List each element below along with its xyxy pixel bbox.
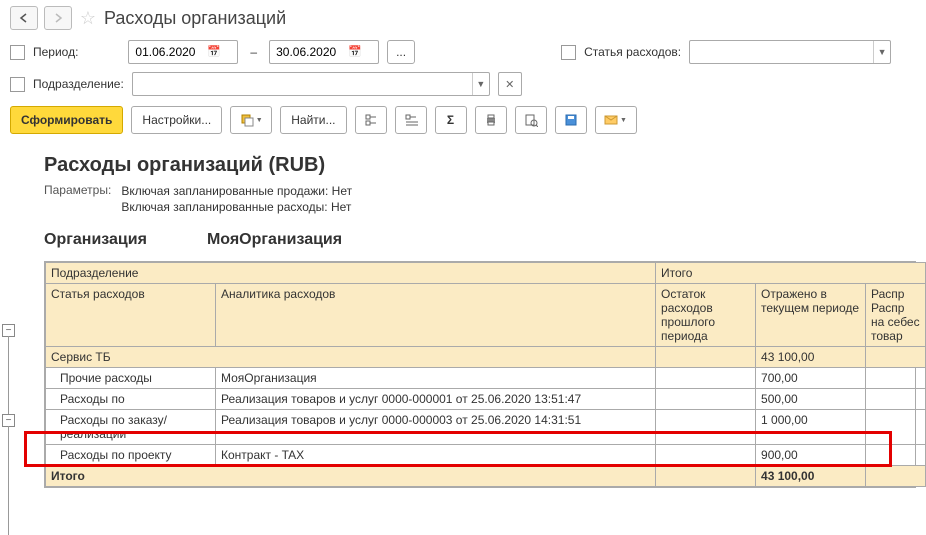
grand-total: 43 100,00 bbox=[756, 466, 866, 487]
table-row: Прочие расходы МояОрганизация 700,00 bbox=[46, 368, 926, 389]
expand-all-button[interactable] bbox=[355, 106, 387, 134]
section-total: 43 100,00 bbox=[756, 347, 866, 368]
preview-button[interactable] bbox=[515, 106, 547, 134]
collapse-all-button[interactable] bbox=[395, 106, 427, 134]
header-balance: Остаток расходов прошлого периода bbox=[656, 284, 756, 347]
params-label: Параметры: bbox=[44, 183, 111, 215]
grand-total-label: Итого bbox=[46, 466, 656, 487]
report-title: Расходы организаций (RUB) bbox=[10, 146, 916, 183]
period-checkbox[interactable] bbox=[10, 45, 25, 60]
date-to-input[interactable]: 📅 bbox=[269, 40, 379, 64]
subdivision-label: Подразделение: bbox=[33, 77, 124, 91]
calendar-icon[interactable]: 📅 bbox=[207, 45, 221, 59]
clear-subdivision-button[interactable]: ✕ bbox=[498, 72, 522, 96]
back-button[interactable] bbox=[10, 6, 38, 30]
header-distributed: Распр Распр на себес товар bbox=[866, 284, 926, 347]
forward-button[interactable] bbox=[44, 6, 72, 30]
date-from-input[interactable]: 📅 bbox=[128, 40, 238, 64]
expense-item-checkbox[interactable] bbox=[561, 45, 576, 60]
save-button[interactable] bbox=[555, 106, 587, 134]
page-title: Расходы организаций bbox=[104, 8, 286, 29]
table-row: Расходы по проекту Контракт - TAX 900,00 bbox=[46, 445, 926, 466]
header-analytics: Аналитика расходов bbox=[216, 284, 656, 347]
expense-item-input[interactable]: ▼ bbox=[689, 40, 891, 64]
find-button[interactable]: Найти... bbox=[280, 106, 346, 134]
settings-button[interactable]: Настройки... bbox=[131, 106, 222, 134]
table-row: Расходы по заказу/реализации Реализация … bbox=[46, 410, 926, 445]
header-reflected: Отражено в текущем периоде bbox=[756, 284, 866, 347]
subdivision-input[interactable]: ▼ bbox=[132, 72, 490, 96]
report-table: Подразделение Итого Статья расходов Анал… bbox=[44, 261, 916, 488]
date-separator: – bbox=[246, 45, 261, 59]
chevron-down-icon[interactable]: ▼ bbox=[472, 73, 489, 95]
chevron-down-icon[interactable]: ▼ bbox=[873, 41, 890, 63]
expense-item-label: Статья расходов: bbox=[584, 45, 681, 59]
org-value: МояОрганизация bbox=[207, 231, 342, 249]
favorite-icon[interactable]: ☆ bbox=[78, 8, 98, 28]
section-name: Сервис ТБ bbox=[46, 347, 656, 368]
header-total: Итого bbox=[656, 263, 926, 284]
sum-button[interactable]: Σ bbox=[435, 106, 467, 134]
period-label: Период: bbox=[33, 45, 78, 59]
params-values: Включая запланированные продажи: Нет Вкл… bbox=[121, 183, 352, 215]
subdivision-checkbox[interactable] bbox=[10, 77, 25, 92]
table-row: Расходы по Реализация товаров и услуг 00… bbox=[46, 389, 926, 410]
header-subdivision: Подразделение bbox=[46, 263, 656, 284]
print-button[interactable] bbox=[475, 106, 507, 134]
calendar-icon[interactable]: 📅 bbox=[348, 45, 362, 59]
header-expense-item: Статья расходов bbox=[46, 284, 216, 347]
period-more-button[interactable]: ... bbox=[387, 40, 415, 64]
email-button[interactable]: ▼ bbox=[595, 106, 637, 134]
org-label: Организация bbox=[44, 231, 147, 249]
copy-settings-button[interactable]: ▼ bbox=[230, 106, 272, 134]
generate-button[interactable]: Сформировать bbox=[10, 106, 123, 134]
